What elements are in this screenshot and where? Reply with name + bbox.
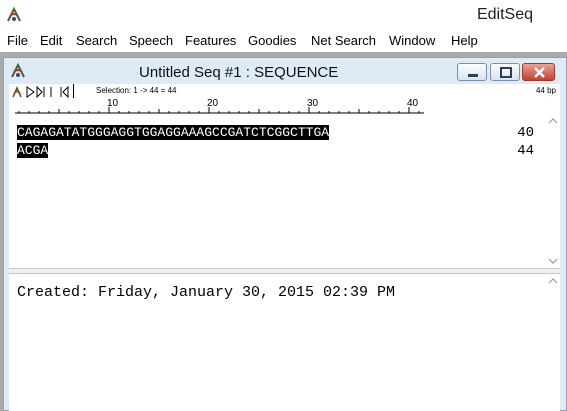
menu-search[interactable]: Search: [76, 33, 117, 48]
selected-sequence-text[interactable]: ACGA: [17, 143, 49, 158]
sequence-ruler: 10 20 30 40: [9, 98, 560, 114]
sequence-line[interactable]: ACGA: [17, 143, 49, 159]
sequence-toolbar: Selection: 1 -> 44 = 44 44 bp: [9, 84, 560, 99]
app-title: EditSeq: [476, 6, 533, 23]
toolbar-divider: [73, 84, 74, 98]
document-icon[interactable]: [10, 62, 26, 79]
document-title-bar[interactable]: Untitled Seq #1 : SEQUENCE: [4, 58, 566, 84]
comment-pane[interactable]: Created: Friday, January 30, 2015 02:39 …: [9, 274, 546, 411]
minimize-icon: [468, 74, 478, 77]
menu-net-search[interactable]: Net Search: [311, 33, 376, 48]
menu-goodies[interactable]: Goodies: [248, 33, 296, 48]
ruler-tick-label: 10: [107, 98, 119, 109]
close-icon: [534, 67, 545, 78]
menu-window[interactable]: Window: [389, 33, 435, 48]
restore-icon: [500, 67, 512, 78]
ruler-tick-label: 20: [207, 98, 219, 109]
scroll-down-icon[interactable]: [546, 254, 560, 268]
close-button[interactable]: [522, 63, 555, 81]
menu-file[interactable]: File: [7, 33, 28, 48]
ruler-tick-label: 40: [407, 98, 419, 109]
scroll-up-icon[interactable]: [546, 114, 560, 128]
ruler-tick-label: 30: [307, 98, 319, 109]
maximize-button[interactable]: [490, 63, 520, 81]
selected-sequence-text[interactable]: CAGAGATATGGGAGGTGGAGGAAAGCCGATCTCGGCTTGA: [17, 125, 330, 140]
selection-readout: Selection: 1 -> 44 = 44: [96, 86, 177, 95]
menu-features[interactable]: Features: [185, 33, 236, 48]
line-end-position: 44: [517, 143, 534, 159]
editseq-app-icon[interactable]: [5, 6, 23, 24]
sequence-editor[interactable]: CAGAGATATGGGAGGTGGAGGAAAGCCGATCTCGGCTTGA…: [9, 114, 546, 268]
document-title: Untitled Seq #1 : SEQUENCE: [139, 64, 339, 81]
menu-speech[interactable]: Speech: [129, 33, 173, 48]
scroll-up-icon[interactable]: [546, 274, 560, 288]
sequence-scrollbar[interactable]: [546, 114, 560, 268]
comment-scrollbar[interactable]: [546, 274, 560, 411]
minimize-button[interactable]: [457, 63, 487, 81]
creation-comment[interactable]: Created: Friday, January 30, 2015 02:39 …: [17, 284, 395, 301]
menu-edit[interactable]: Edit: [40, 33, 62, 48]
app-title-bar: EditSeq: [0, 0, 567, 30]
sequence-line[interactable]: CAGAGATATGGGAGGTGGAGGAAAGCCGATCTCGGCTTGA: [17, 125, 330, 141]
menu-help[interactable]: Help: [451, 33, 478, 48]
menu-bar: File Edit Search Speech Features Goodies…: [0, 30, 567, 52]
sequence-document-window: Untitled Seq #1 : SEQUENCE Selection: 1 …: [3, 57, 567, 411]
sequence-length: 44 bp: [535, 86, 556, 95]
line-end-position: 40: [517, 125, 534, 141]
